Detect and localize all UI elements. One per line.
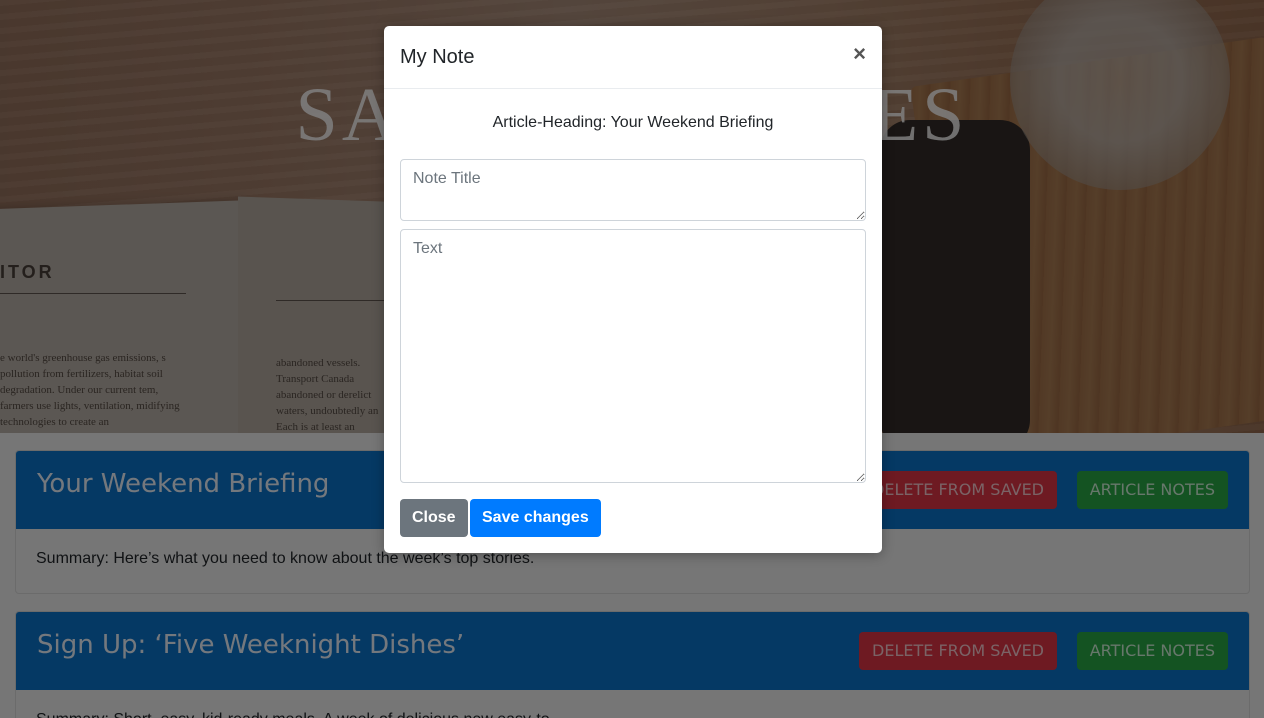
close-icon[interactable]: ×: [853, 42, 866, 66]
save-changes-button[interactable]: Save changes: [470, 499, 601, 537]
modal-title: My Note: [400, 46, 475, 68]
modal-header: My Note ×: [384, 26, 882, 89]
note-text-input[interactable]: [400, 229, 866, 483]
close-button[interactable]: Close: [400, 499, 468, 537]
note-modal: My Note × Article-Heading: Your Weekend …: [384, 26, 882, 553]
note-title-input[interactable]: [400, 159, 866, 221]
article-heading: Article-Heading: Your Weekend Briefing: [492, 114, 774, 131]
